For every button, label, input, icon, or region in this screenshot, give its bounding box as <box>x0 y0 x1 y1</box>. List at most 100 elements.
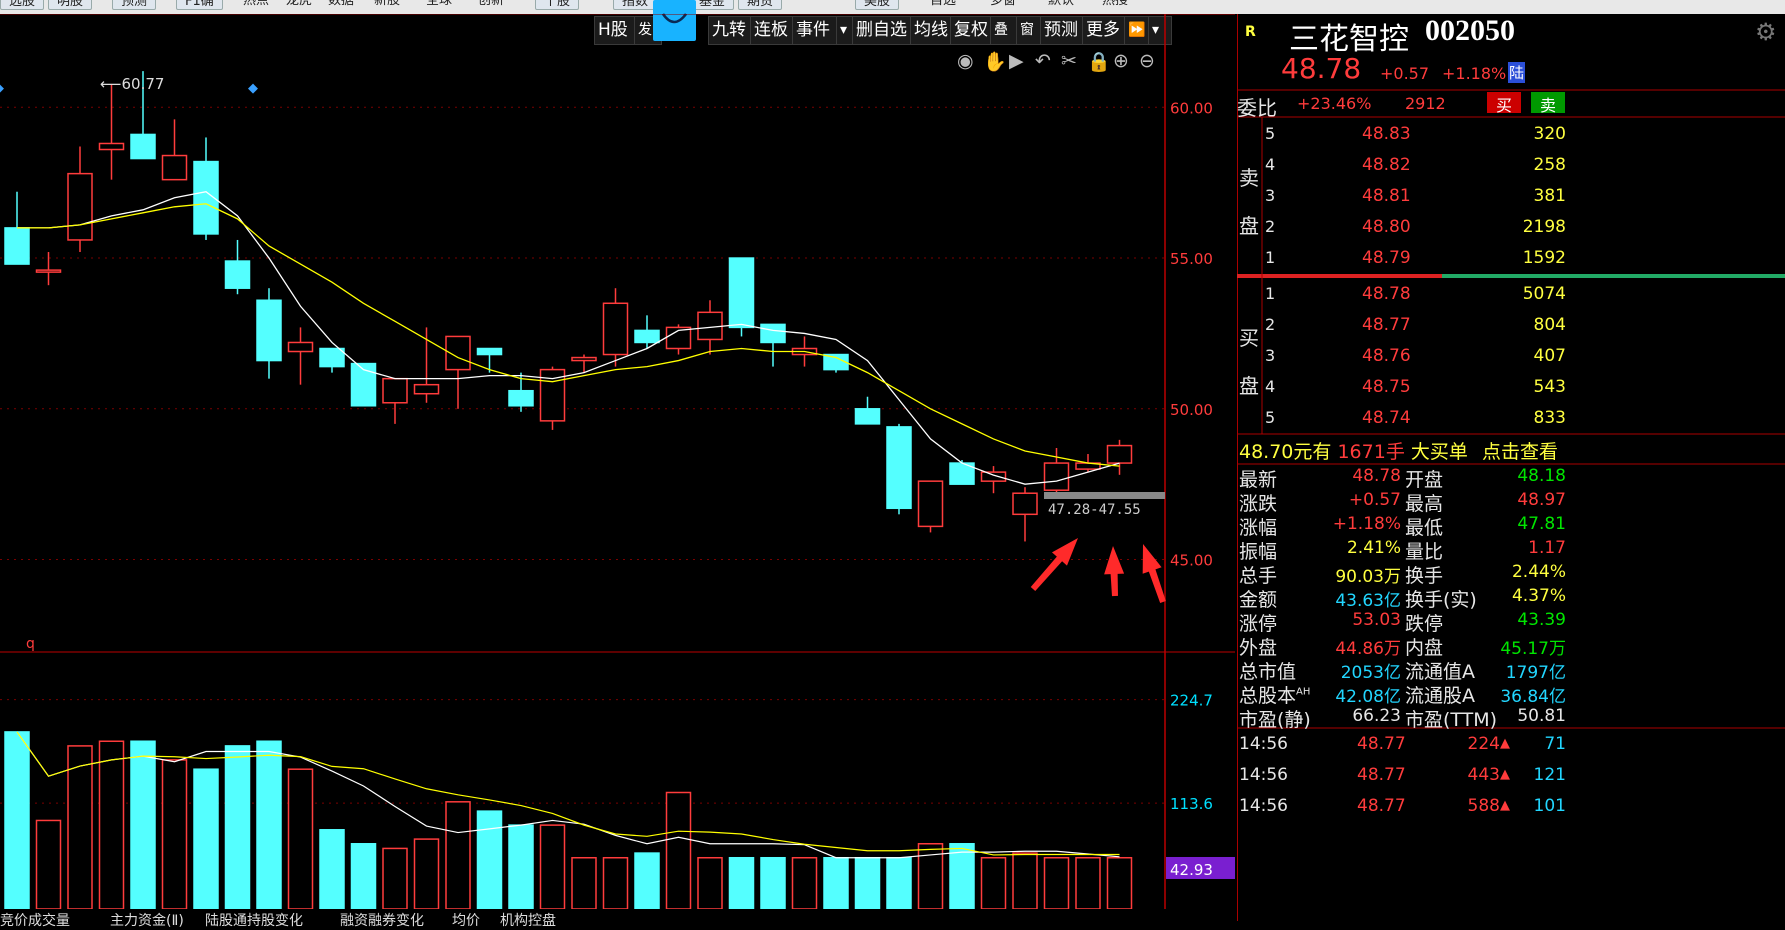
indicator-tab[interactable]: 竞价成交量 <box>0 910 70 929</box>
stat-value: +1.18% <box>1332 514 1401 534</box>
indicator-tab[interactable]: 机构控盘 <box>500 910 556 929</box>
volume-bar <box>35 819 62 909</box>
stat-label: 总市值 <box>1239 661 1297 683</box>
book-level: 4 <box>1265 155 1276 174</box>
top-menu-item[interactable]: 热点 <box>243 0 269 8</box>
candle <box>854 396 881 425</box>
top-menu-item[interactable]: 明股 <box>48 0 93 10</box>
tick-time: 14:56 <box>1239 796 1288 816</box>
stat-label: 内盘 <box>1405 637 1444 659</box>
book-price: 48.82 <box>1362 155 1411 175</box>
top-menu-item[interactable]: 基金 <box>690 0 735 10</box>
price-axis-label: 60.00 <box>1170 99 1213 117</box>
stat-value: 66.23 <box>1352 706 1401 726</box>
annotation-arrow <box>1104 546 1125 597</box>
volume-bar <box>1043 856 1070 909</box>
top-menu-item[interactable]: 热搜 <box>1102 0 1128 8</box>
tick-time: 14:56 <box>1239 765 1288 785</box>
stat-value: 1797亿 <box>1505 663 1566 683</box>
stat-value: +0.57 <box>1348 490 1401 510</box>
top-menu-item[interactable]: 美股 <box>855 0 900 10</box>
book-volume: 407 <box>1533 346 1566 366</box>
candle <box>67 146 93 253</box>
stat-value: 2053亿 <box>1340 663 1401 683</box>
volume-bar <box>445 801 471 909</box>
up-arrow-icon: ▲ <box>1500 767 1510 782</box>
top-menu-item[interactable]: 龙虎 <box>286 0 312 8</box>
book-volume: 5074 <box>1522 284 1566 304</box>
tick-volume: 224 <box>1467 734 1500 754</box>
candle <box>256 288 282 379</box>
candle <box>161 119 188 181</box>
candle <box>539 366 566 430</box>
book-volume: 804 <box>1533 315 1566 335</box>
stat-label: 跌停 <box>1405 613 1444 635</box>
stat-label: 量比 <box>1405 541 1444 563</box>
sell-button[interactable]: 卖 <box>1531 92 1565 115</box>
candle <box>665 324 692 355</box>
gear-icon[interactable]: ⚙ <box>1755 18 1777 46</box>
volume-bar <box>161 759 188 909</box>
stat-label: 金额 <box>1239 589 1278 611</box>
top-menu-item[interactable]: 自选 <box>930 0 956 8</box>
vol-axis-label: 42.93 <box>1170 861 1213 879</box>
price-change-pct: +1.18% <box>1442 64 1507 83</box>
volume-bar <box>697 856 723 909</box>
top-menu-item[interactable]: 全球 <box>426 0 452 8</box>
kline-chart[interactable]: 60.00 55.00 50.00 45.00 ⟵60.77 ◆ ◆ q 47.28-47.55… <box>0 14 1235 909</box>
stat-value: 43.39 <box>1517 610 1566 630</box>
stat-value: 42.08亿 <box>1335 687 1401 707</box>
indicator-tab[interactable]: 主力资金(Ⅱ) <box>110 910 184 929</box>
book-volume: 320 <box>1533 124 1566 144</box>
buy-book-label-2: 盘 <box>1239 374 1259 398</box>
diamond-marker: ◆ <box>0 81 4 96</box>
indicator-tab[interactable]: 均价 <box>452 910 480 929</box>
top-menu-item[interactable]: 新股 <box>374 0 400 8</box>
indicator-tab[interactable]: 融资融券变化 <box>340 910 424 929</box>
top-menu-item[interactable]: 期货 <box>738 0 783 10</box>
annotation-arrow <box>1142 544 1166 603</box>
top-menu-item[interactable]: 创新 <box>478 0 504 8</box>
big-order-link[interactable]: 点击查看 <box>1482 441 1558 463</box>
stat-value: 4.37% <box>1511 586 1566 606</box>
top-menu-item[interactable]: 默认 <box>1048 0 1074 8</box>
stat-value: 50.81 <box>1517 706 1566 726</box>
volume-bar <box>67 745 93 909</box>
tick-price: 48.77 <box>1357 796 1406 816</box>
book-level: 3 <box>1265 346 1276 365</box>
top-menu-item[interactable]: 数据 <box>328 0 354 8</box>
tick-count: 101 <box>1533 796 1566 816</box>
ma-line-white <box>17 191 1120 485</box>
q-marker: q <box>26 636 35 652</box>
top-menu-item[interactable]: F1确 <box>176 0 223 10</box>
volume-bar <box>571 856 597 909</box>
volume-bar <box>728 856 755 909</box>
stat-value: 2.44% <box>1511 562 1566 582</box>
volume-bar <box>665 791 692 909</box>
buy-button[interactable]: 买 <box>1487 92 1521 115</box>
volume-bar <box>98 740 125 909</box>
ratio-label: 委比 <box>1237 96 1277 120</box>
candle <box>319 347 345 373</box>
stat-value: 1.17 <box>1528 538 1566 558</box>
stat-value: 2.41% <box>1346 538 1401 558</box>
stat-value: 90.03万 <box>1335 567 1401 587</box>
book-level: 3 <box>1265 186 1276 205</box>
top-menu-item[interactable]: 指数 <box>613 0 658 10</box>
indicator-tab[interactable]: 陆股通持股变化 <box>205 910 303 929</box>
big-order-price: 48.70 <box>1239 441 1294 463</box>
candle <box>35 252 62 286</box>
candle <box>413 327 440 403</box>
stat-label: 换手(实) <box>1405 589 1477 611</box>
stat-label-sup: AH <box>1296 686 1311 698</box>
stat-label: 流通股A <box>1405 685 1475 707</box>
top-menu-item[interactable]: 个股 <box>535 0 580 10</box>
volume-bar <box>1106 856 1133 909</box>
top-menu-item[interactable]: 预测 <box>112 0 157 10</box>
big-order-banner[interactable]: 48.70元有 1671手 大买单 点击查看 <box>1239 437 1558 464</box>
top-menu-item[interactable]: 多窗 <box>990 0 1016 8</box>
book-volume: 258 <box>1533 155 1566 175</box>
book-price: 48.79 <box>1362 248 1411 268</box>
top-menu-item[interactable]: 选股 <box>0 0 45 10</box>
volume-bar <box>602 856 629 909</box>
